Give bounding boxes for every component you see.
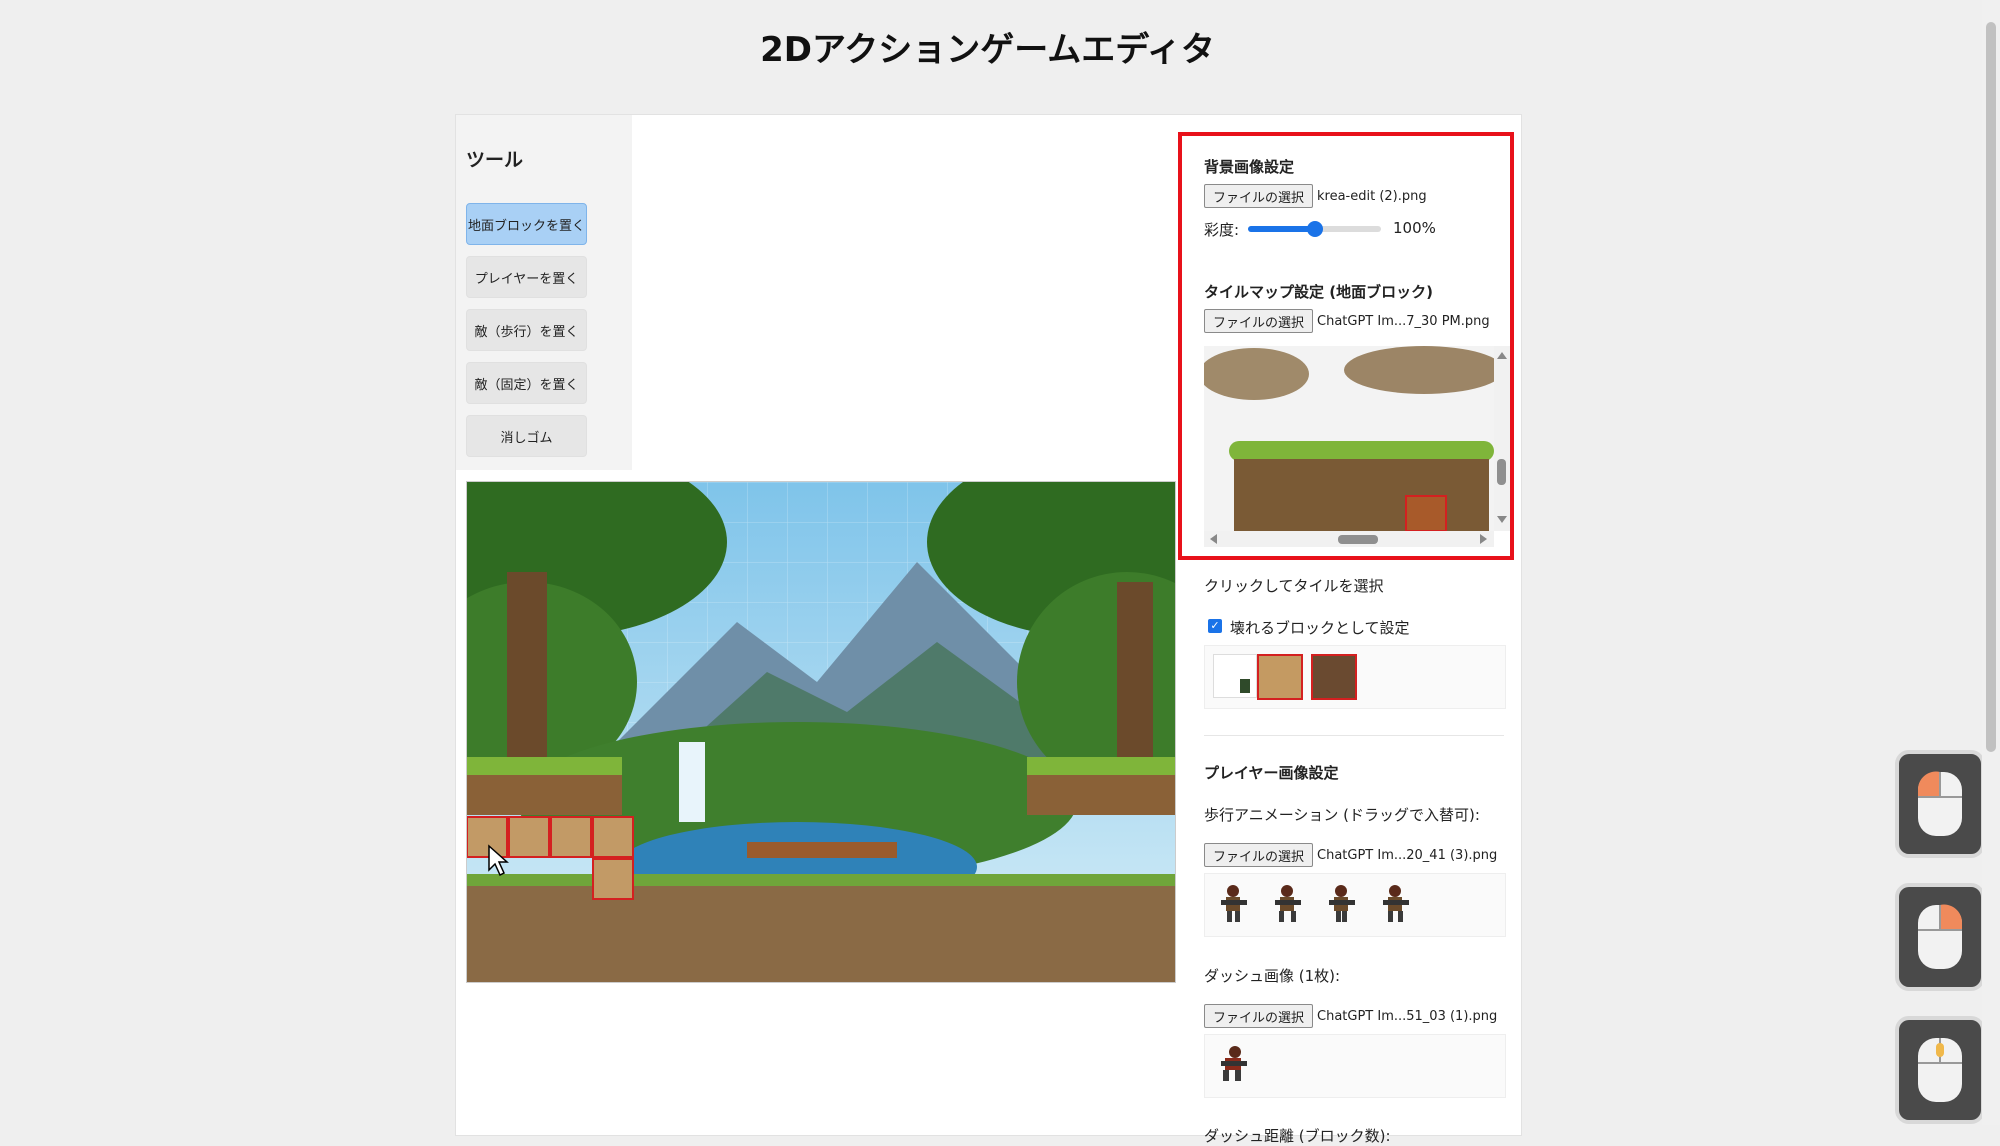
walk-file-name: ChatGPT Im...20_41 (3).png [1317,848,1498,863]
tilemap-file-name: ChatGPT Im...7_30 PM.png [1317,314,1490,329]
saturation-slider-thumb[interactable] [1307,221,1323,237]
breakable-label: 壊れるブロックとして設定 [1230,619,1410,637]
sprite-image [1383,885,1409,922]
dash-frame-sprite[interactable] [1213,1043,1255,1085]
mouse-scroll-indicator [1895,1016,1985,1124]
saturation-label: 彩度: [1204,221,1240,239]
section-divider [1204,735,1504,736]
scroll-down-icon[interactable] [1497,516,1507,523]
saturation-slider[interactable] [1248,221,1381,237]
page-title: 2Dアクションゲームエディタ [760,30,1215,70]
mouse-left-click-icon [1917,771,1962,836]
tile-thumb[interactable] [1311,654,1357,700]
tileset-vertical-scrollbar[interactable] [1494,346,1510,531]
tileset-image [1204,346,1494,531]
place-player-button[interactable]: プレイヤーを置く [466,256,587,298]
breakable-checkbox[interactable]: ✓ [1208,619,1222,633]
dash-frame-box [1204,1034,1506,1098]
tile-thumb[interactable] [1213,654,1257,698]
checkmark-icon: ✓ [1210,619,1220,632]
place-walking-enemy-button[interactable]: 敵（歩行）を置く [466,309,587,351]
background-file-button[interactable]: ファイルの選択 [1204,184,1314,208]
level-scene [467,482,1175,982]
tileset-preview[interactable] [1204,346,1494,531]
mouse-right-click-icon [1918,904,1963,969]
tile-select-hint: クリックしてタイルを選択 [1204,577,1384,595]
tools-heading: ツール [466,149,524,171]
dash-distance-label: ダッシュ距離 (ブロック数): [1204,1127,1391,1145]
vertical-scroll-thumb[interactable] [1497,459,1506,485]
walk-animation-label: 歩行アニメーション (ドラッグで入替可): [1204,806,1480,824]
tileset-horizontal-scrollbar[interactable] [1204,531,1494,547]
tile-thumb-image [1240,679,1250,693]
dash-file-name: ChatGPT Im...51_03 (1).png [1317,1009,1498,1024]
mouse-scroll-icon [1918,1038,1962,1102]
place-fixed-enemy-button[interactable]: 敵（固定）を置く [466,362,587,404]
walk-frame-sprite[interactable] [1375,882,1417,924]
tilemap-settings-heading: タイルマップ設定 (地面ブロック) [1204,283,1433,301]
scroll-right-icon[interactable] [1480,534,1487,544]
mouse-right-click-indicator [1895,883,1985,991]
page-scroll-thumb[interactable] [1986,22,1996,752]
walk-frame-sprite[interactable] [1267,882,1309,924]
saturation-value: 100% [1393,219,1436,237]
walk-file-button[interactable]: ファイルの選択 [1204,843,1314,867]
sprite-image [1221,1046,1247,1081]
place-ground-block-button[interactable]: 地面ブロックを置く [466,203,587,245]
walk-frames-box [1204,873,1506,937]
saturation-slider-fill [1248,226,1314,232]
tile-thumb[interactable] [1257,654,1303,700]
sprite-image [1275,885,1301,922]
walk-frame-sprite[interactable] [1321,882,1363,924]
editor-app: ツール 地面ブロックを置く プレイヤーを置く 敵（歩行）を置く 敵（固定）を置く… [455,114,1522,1145]
scroll-left-icon[interactable] [1210,534,1217,544]
player-settings-heading: プレイヤー画像設定 [1204,764,1339,782]
background-file-name: krea-edit (2).png [1317,189,1427,204]
scroll-up-icon[interactable] [1497,352,1507,359]
background-settings-heading: 背景画像設定 [1204,158,1295,176]
game-canvas[interactable] [466,481,1176,983]
tools-panel: ツール 地面ブロックを置く プレイヤーを置く 敵（歩行）を置く 敵（固定）を置く… [456,115,632,470]
eraser-button[interactable]: 消しゴム [466,415,587,457]
mouse-left-click-indicator [1895,750,1985,858]
sprite-image [1221,885,1247,922]
selected-tile[interactable] [1405,495,1447,531]
selected-tiles-box [1204,645,1506,709]
dash-file-button[interactable]: ファイルの選択 [1204,1004,1314,1028]
sprite-image [1329,885,1355,922]
walk-frame-sprite[interactable] [1213,882,1255,924]
page-scrollbar[interactable] [1982,0,2000,1125]
settings-panel: 背景画像設定 ファイルの選択 krea-edit (2).png 彩度: 100… [1176,115,1521,1145]
dash-image-label: ダッシュ画像 (1枚): [1204,967,1341,985]
tilemap-file-button[interactable]: ファイルの選択 [1204,309,1314,333]
horizontal-scroll-thumb[interactable] [1338,535,1378,544]
